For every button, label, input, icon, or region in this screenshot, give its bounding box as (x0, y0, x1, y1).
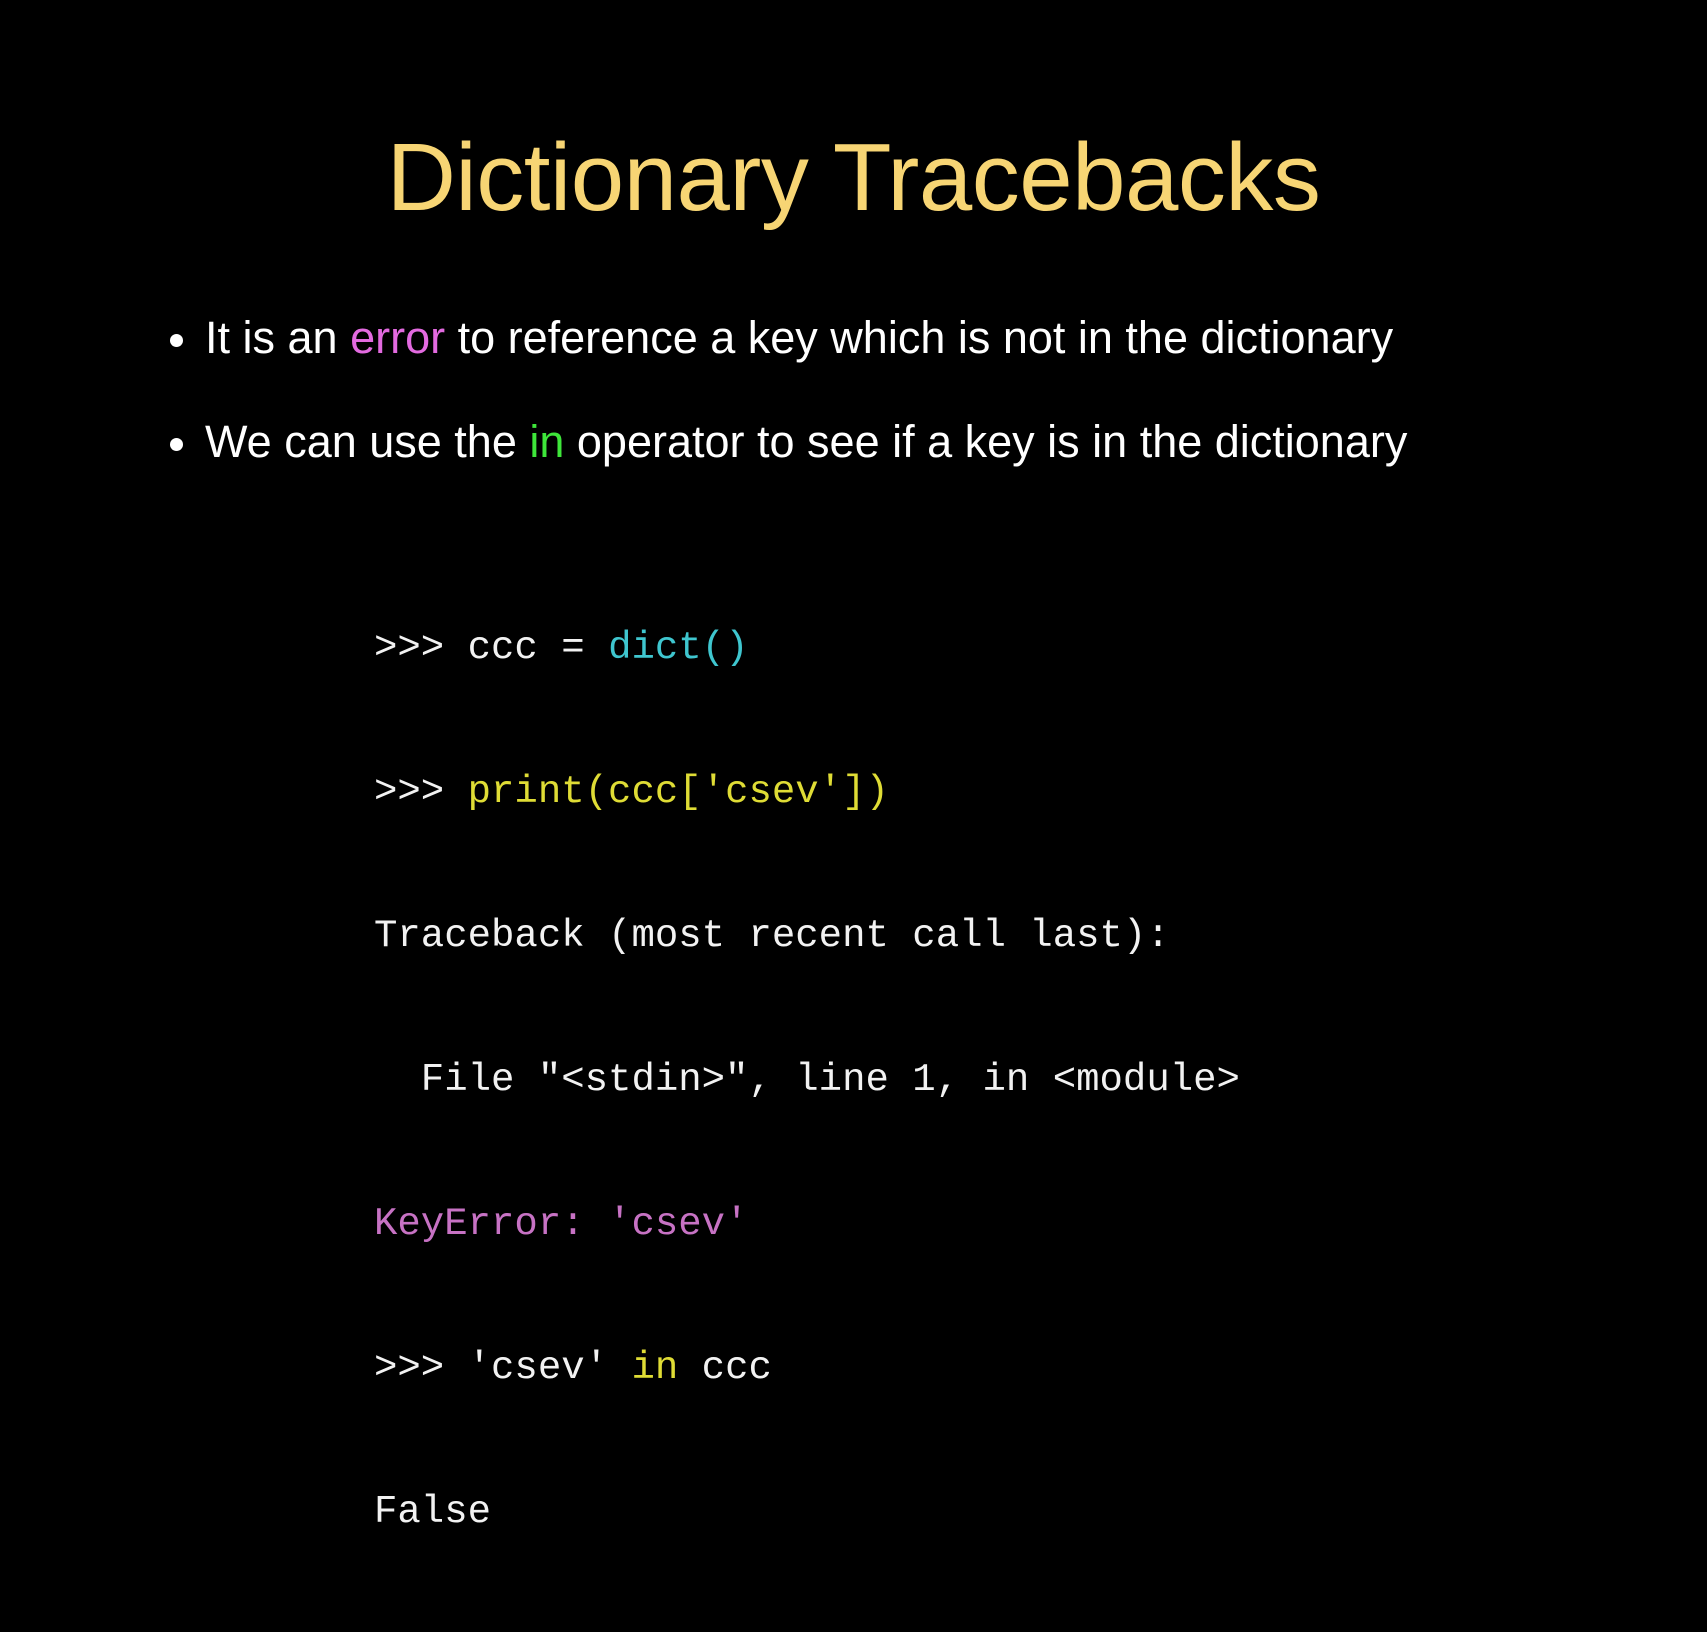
bullet-text-after: operator to see if a key is in the dicti… (564, 416, 1408, 467)
code-line: File "<stdin>", line 1, in <module> (374, 1056, 1240, 1104)
code-call: print(ccc['csev']) (467, 770, 889, 814)
code-line: >>> 'csev' in ccc (374, 1344, 1240, 1392)
code-error: KeyError: 'csev' (374, 1202, 749, 1246)
code-text-after: ccc (678, 1346, 772, 1390)
code-text: ccc = (467, 626, 609, 670)
code-line: >>> ccc = dict() (374, 624, 1240, 672)
code-keyword: in (631, 1346, 679, 1390)
bullet-dot-icon (170, 438, 183, 451)
code-output: False (374, 1490, 492, 1534)
bullet-highlight-error: error (350, 312, 446, 363)
bullet-list: It is an error to reference a key which … (166, 306, 1407, 474)
bullet-highlight-in: in (529, 416, 565, 467)
code-line: Traceback (most recent call last): (374, 912, 1240, 960)
bullet-text-before: It is an (205, 312, 351, 363)
bullet-item-in-operator: We can use the in operator to see if a k… (166, 410, 1407, 474)
code-text: 'csev' (467, 1346, 632, 1390)
slide-title: Dictionary Tracebacks (386, 124, 1321, 231)
code-text: File "<stdin>", line 1, in <module> (374, 1058, 1240, 1102)
bullet-item-error: It is an error to reference a key which … (166, 306, 1407, 370)
code-line: False (374, 1488, 1240, 1536)
code-prompt: >>> (374, 626, 468, 670)
code-prompt: >>> (374, 770, 468, 814)
code-call: dict() (608, 626, 749, 670)
slide: Dictionary Tracebacks It is an error to … (0, 0, 1707, 1534)
code-line: KeyError: 'csev' (374, 1200, 1240, 1248)
bullet-dot-icon (170, 334, 183, 347)
code-block: >>> ccc = dict() >>> print(ccc['csev']) … (374, 528, 1240, 1632)
bullet-text-after: to reference a key which is not in the d… (445, 312, 1394, 363)
bullet-text-before: We can use the (205, 416, 530, 467)
code-text: Traceback (most recent call last): (374, 914, 1170, 958)
code-prompt: >>> (374, 1346, 468, 1390)
code-line: >>> print(ccc['csev']) (374, 768, 1240, 816)
